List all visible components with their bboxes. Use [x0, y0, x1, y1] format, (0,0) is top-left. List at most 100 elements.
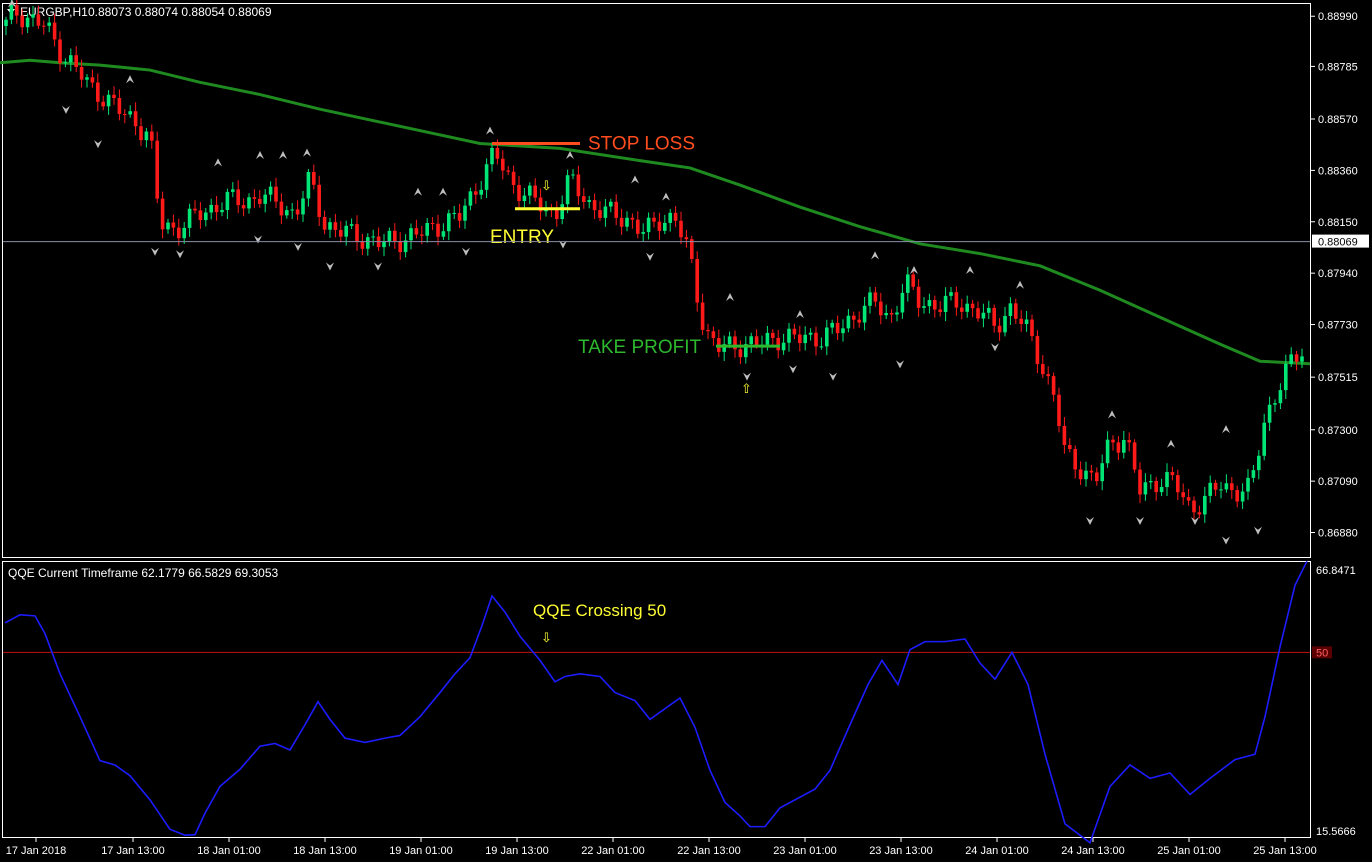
candle-body [96, 82, 100, 102]
candle-body [835, 322, 840, 334]
candle-body [290, 209, 294, 211]
candle-body [1176, 475, 1180, 493]
candle-body [614, 201, 618, 218]
candle-body [1262, 422, 1266, 456]
candle-body [47, 22, 51, 26]
candle-body [1294, 354, 1299, 362]
candle-body [900, 292, 905, 313]
candle-body [825, 327, 829, 347]
candle-body [808, 332, 813, 335]
time-tick-label: 25 Jan 13:00 [1253, 845, 1317, 857]
candle-body [1213, 482, 1218, 490]
candle-body [738, 349, 743, 358]
time-tick-label: 18 Jan 13:00 [293, 845, 357, 857]
time-tick-label: 24 Jan 13:00 [1061, 845, 1125, 857]
candle-body [349, 224, 354, 226]
time-tick-label: 17 Jan 13:00 [101, 845, 165, 857]
candle-body [528, 185, 532, 196]
candle-body [312, 172, 316, 185]
candle-body [684, 237, 689, 240]
price-tick-label: 0.87300 [1318, 425, 1358, 437]
candle-body [225, 191, 230, 211]
candle-body [1159, 487, 1164, 493]
candle-body [1138, 469, 1142, 495]
candle-body [1300, 356, 1304, 362]
candle-body [241, 205, 246, 209]
candle-body [819, 346, 824, 348]
candle-body [668, 212, 672, 223]
candle-body [58, 39, 62, 64]
candle-body [490, 147, 494, 165]
candle-body [1122, 439, 1126, 453]
qqe-max-label: 66.8471 [1316, 565, 1356, 577]
candle-body [1111, 439, 1115, 443]
candle-body [663, 222, 667, 231]
candle-body [511, 171, 516, 185]
candle-body [360, 241, 365, 249]
candle-body [576, 174, 581, 197]
candle-body [981, 312, 986, 319]
candle-body [889, 313, 894, 315]
candle-body [582, 196, 586, 202]
candle-body [911, 274, 915, 287]
candle-body [943, 295, 948, 313]
candle-body [106, 94, 111, 107]
candle-body [1019, 318, 1023, 325]
candle-body [393, 230, 397, 242]
candle-body [177, 227, 181, 239]
candle-body [193, 208, 197, 211]
price-tick-label: 0.87730 [1318, 320, 1358, 332]
candle-body [555, 209, 559, 220]
candle-body [862, 305, 867, 323]
candle-body [765, 332, 770, 345]
candle-body [74, 55, 78, 67]
candle-body [814, 332, 818, 347]
candle-body [1143, 482, 1148, 495]
candle-body [852, 315, 856, 320]
candle-body [792, 328, 797, 335]
candle-body [155, 140, 159, 199]
candle-body [1057, 394, 1061, 427]
candle-body [695, 258, 699, 303]
candle-body [609, 201, 613, 207]
candle-body [976, 308, 980, 319]
candle-body [846, 315, 851, 329]
candle-body [1246, 477, 1250, 492]
candle-body [355, 224, 359, 242]
candle-body [317, 184, 321, 217]
candle-body [841, 328, 845, 334]
candle-body [79, 66, 84, 80]
candle-body [285, 210, 289, 216]
candle-body [344, 225, 348, 237]
candle-body [463, 205, 467, 221]
candle-body [420, 234, 424, 236]
candle-body [1062, 426, 1067, 446]
candle-body [895, 312, 899, 315]
candle-body [776, 337, 780, 351]
candle-body [1051, 376, 1056, 395]
candle-body [1149, 480, 1153, 483]
candle-body [879, 301, 883, 316]
candle-body [1132, 442, 1137, 470]
candle-body [452, 212, 456, 214]
candle-body [484, 164, 489, 190]
candle-body [252, 197, 257, 199]
candle-body [457, 212, 462, 221]
candle-body [522, 195, 527, 202]
candle-body [587, 200, 591, 202]
candle-body [52, 22, 57, 40]
candle-body [214, 204, 219, 213]
candle-body [1181, 492, 1185, 498]
candle-body [749, 336, 753, 345]
candle-body [868, 292, 872, 306]
candle-body [679, 220, 683, 238]
candle-body [9, 5, 14, 20]
candle-body [857, 319, 861, 323]
candle-body [906, 274, 910, 293]
candle-body [1289, 354, 1293, 364]
candle-body [1240, 491, 1245, 502]
candle-body [85, 77, 89, 80]
price-tick-label: 0.88570 [1318, 114, 1358, 126]
time-tick-label: 19 Jan 13:00 [485, 845, 549, 857]
buy-arrow-icon: ⇧ [741, 381, 752, 396]
